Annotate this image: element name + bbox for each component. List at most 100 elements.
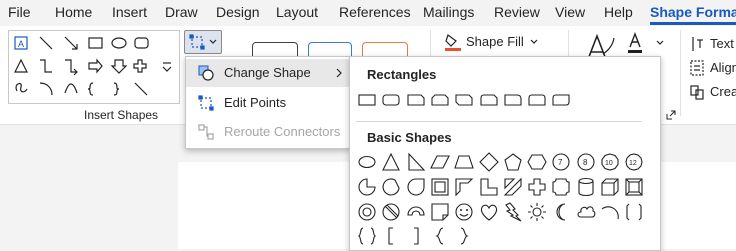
cross-shape[interactable]	[526, 176, 548, 198]
no-symbol-shape[interactable]	[380, 201, 402, 223]
edit-shape-icon	[189, 34, 205, 50]
folded-corner-shape[interactable]	[429, 201, 451, 223]
create-link-button[interactable]: Crea	[690, 82, 736, 102]
heptagon-shape[interactable]: 7	[550, 151, 572, 173]
block-arc-shape[interactable]	[405, 201, 427, 223]
double-brace-shape[interactable]	[356, 225, 378, 247]
frame-shape[interactable]	[429, 176, 451, 198]
arc-shape[interactable]	[599, 201, 621, 223]
smiley-face-shape[interactable]	[453, 201, 475, 223]
tab-references[interactable]: References	[339, 2, 411, 22]
decagon-shape[interactable]: 10	[599, 151, 621, 173]
round-same-side-rectangle-shape[interactable]	[526, 89, 548, 111]
menu-item-edit-points[interactable]: Edit Points	[186, 89, 350, 117]
svg-text:A: A	[18, 39, 24, 49]
gallery-more-icon	[162, 62, 172, 72]
edit-shape-button[interactable]	[184, 30, 222, 54]
snip-corner-rectangle-shape[interactable]	[405, 89, 427, 111]
dodecagon-shape[interactable]: 12	[623, 151, 645, 173]
plaque-shape[interactable]	[550, 176, 572, 198]
tab-design[interactable]: Design	[216, 2, 260, 22]
right-bracket-shape[interactable]	[405, 225, 427, 247]
half-frame-shape[interactable]	[453, 176, 475, 198]
menu-item-change-shape[interactable]: Change Shape	[186, 59, 350, 87]
double-bracket-shape[interactable]	[623, 201, 645, 223]
snip-same-side-rectangle-icon	[431, 94, 449, 106]
align-text-icon	[690, 60, 704, 76]
text-fill-button[interactable]	[626, 32, 666, 58]
tab-review[interactable]: Review	[494, 2, 540, 22]
rounded-rectangle-icon	[382, 94, 400, 106]
tab-mailings[interactable]: Mailings	[423, 2, 474, 22]
snip-same-side-rectangle-shape[interactable]	[429, 89, 451, 111]
triangle-shape[interactable]	[380, 151, 402, 173]
donut-shape[interactable]	[356, 201, 378, 223]
can-icon	[578, 177, 594, 196]
rounded-rectangle-shape[interactable]	[380, 89, 402, 111]
tab-shape-format[interactable]: Shape Format	[650, 2, 736, 22]
rectangles-heading: Rectangles	[367, 67, 437, 82]
oval-shape[interactable]	[356, 151, 378, 173]
lightning-bolt-shape[interactable]	[502, 201, 524, 223]
round-diagonal-rectangle-shape[interactable]	[550, 89, 572, 111]
cloud-shape[interactable]	[575, 201, 597, 223]
cube-shape[interactable]	[599, 176, 621, 198]
diagonal-stripe-shape[interactable]	[502, 176, 524, 198]
left-brace-shape[interactable]	[429, 225, 451, 247]
dodecagon-icon: 12	[625, 153, 643, 171]
block-arc-icon	[407, 206, 425, 216]
pie-shape[interactable]	[356, 176, 378, 198]
section-divider	[356, 121, 642, 122]
moon-shape[interactable]	[550, 201, 572, 223]
chevron-down-icon	[209, 39, 217, 44]
octagon-icon: 8	[577, 153, 595, 171]
edit-points-icon	[198, 95, 214, 111]
octagon-shape[interactable]: 8	[575, 151, 597, 173]
round-single-corner-rectangle-shape[interactable]	[502, 89, 524, 111]
tab-draw[interactable]: Draw	[165, 2, 198, 22]
dialog-launcher-icon[interactable]	[666, 110, 676, 120]
tab-help[interactable]: Help	[604, 2, 633, 22]
tab-insert[interactable]: Insert	[112, 2, 147, 22]
pentagon-shape[interactable]	[502, 151, 524, 173]
insert-shapes-gallery[interactable]: A	[8, 30, 156, 104]
edit-points-label: Edit Points	[224, 95, 287, 110]
group-divider	[680, 30, 681, 116]
l-shape[interactable]	[478, 176, 500, 198]
svg-text:7: 7	[558, 158, 563, 167]
chord-shape[interactable]	[380, 176, 402, 198]
diamond-shape[interactable]	[478, 151, 500, 173]
trapezoid-shape[interactable]	[453, 151, 475, 173]
tab-layout[interactable]: Layout	[276, 2, 318, 22]
tab-file[interactable]: File	[8, 2, 31, 22]
bevel-shape[interactable]	[623, 176, 645, 198]
rectangle-shape[interactable]	[356, 89, 378, 111]
right-brace-shape[interactable]	[453, 225, 475, 247]
left-bracket-shape[interactable]	[380, 225, 402, 247]
align-text-label: Align	[710, 60, 736, 75]
shapes-gallery-icons: A	[14, 36, 149, 96]
basic-shapes-heading: Basic Shapes	[367, 130, 452, 145]
shape-fill-button[interactable]: Shape Fill	[444, 32, 544, 52]
shape-fill-label: Shape Fill	[466, 34, 524, 49]
round-diagonal-rectangle-icon	[552, 94, 570, 106]
sun-shape[interactable]	[526, 201, 548, 223]
heart-shape[interactable]	[478, 201, 500, 223]
snip-diagonal-rectangle-shape[interactable]	[453, 89, 475, 111]
text-direction-button[interactable]: Text	[690, 34, 736, 54]
shapes-gallery-scroll[interactable]	[155, 30, 180, 104]
tab-view[interactable]: View	[555, 2, 585, 22]
can-shape[interactable]	[575, 176, 597, 198]
heart-icon	[480, 204, 497, 221]
bevel-icon	[625, 178, 643, 196]
teardrop-shape[interactable]	[405, 176, 427, 198]
parallelogram-shape[interactable]	[429, 151, 451, 173]
align-text-button[interactable]: Align	[690, 58, 736, 78]
sun-icon	[528, 202, 547, 221]
right-triangle-shape[interactable]	[405, 151, 427, 173]
tab-home[interactable]: Home	[55, 2, 92, 22]
snip-round-rectangle-shape[interactable]	[478, 89, 500, 111]
l-icon	[479, 178, 498, 196]
ribbon-tab-bar: File Home Insert Draw Design Layout Refe…	[0, 0, 736, 25]
hexagon-shape[interactable]	[526, 151, 548, 173]
